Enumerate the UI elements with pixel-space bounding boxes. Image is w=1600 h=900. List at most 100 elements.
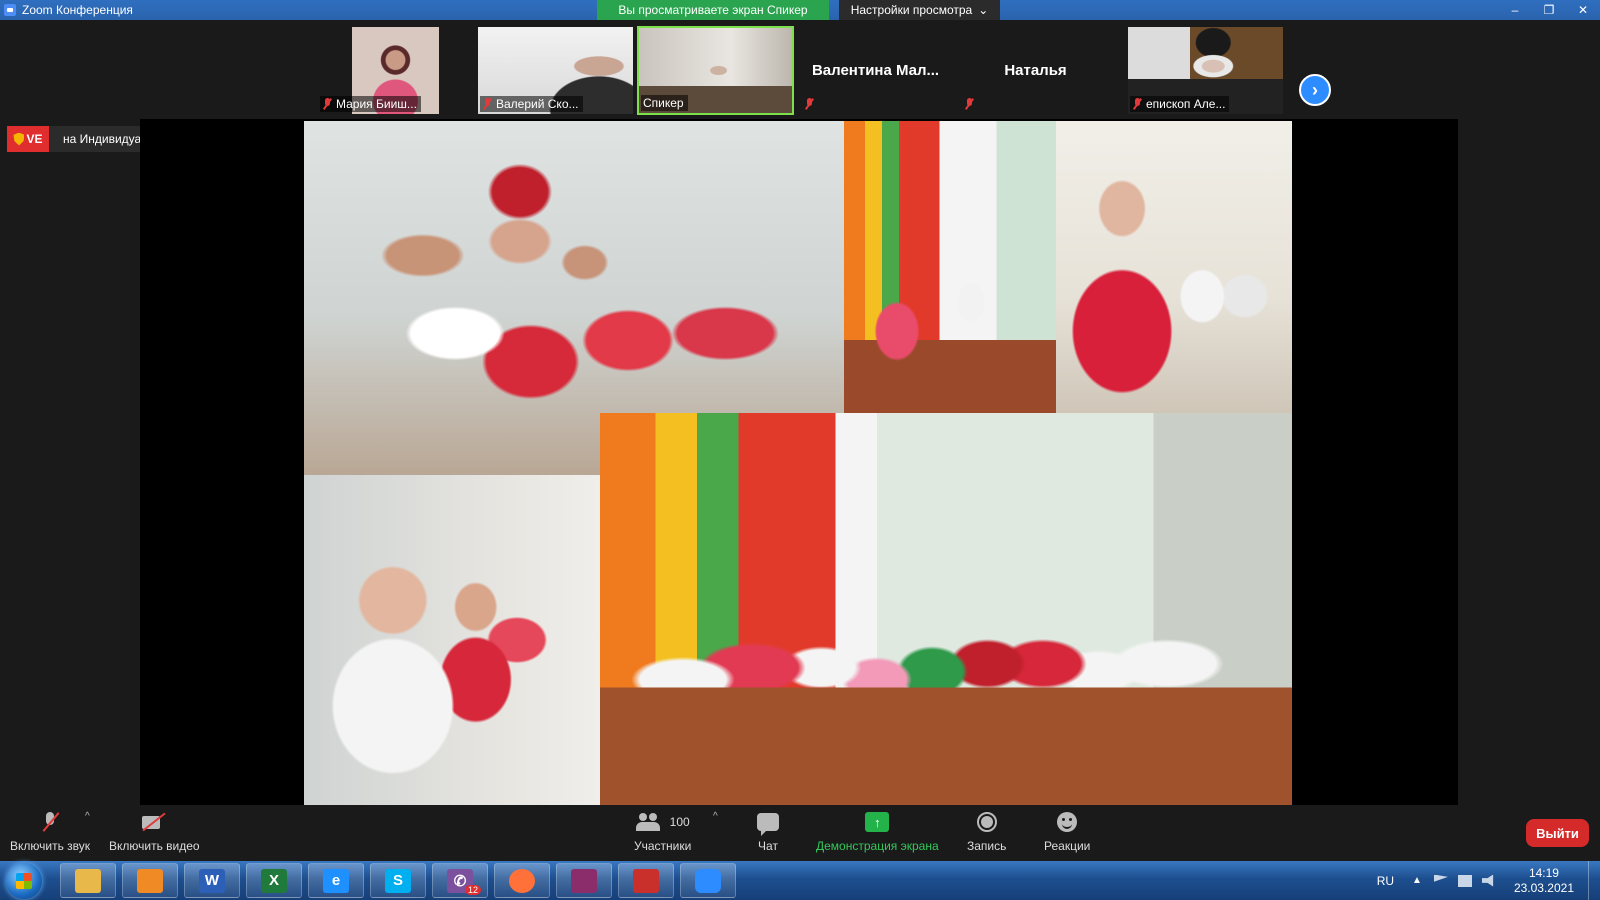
word-icon: W <box>199 868 225 893</box>
participant-name: Спикер <box>643 96 684 110</box>
notification-badge: 12 <box>464 885 481 895</box>
shared-photo-collage <box>304 121 1292 805</box>
taskbar-app-winrar[interactable] <box>556 863 612 898</box>
internet-explorer-icon: e <box>323 868 349 893</box>
muted-mic-icon <box>482 98 493 110</box>
participant-tile[interactable]: епископ Але... <box>1127 26 1284 115</box>
photo-stage-group <box>600 413 1292 805</box>
show-desktop-button[interactable] <box>1588 861 1600 900</box>
participant-tile[interactable]: Валентина Мал... <box>797 26 954 115</box>
firefox-icon <box>509 868 535 893</box>
clock-time: 14:19 <box>1528 865 1559 880</box>
next-page-button[interactable]: › <box>1299 74 1331 106</box>
unmute-label: Включить звук <box>10 839 91 853</box>
action-center-flag-icon[interactable] <box>1433 874 1448 882</box>
taskbar-app-zoom[interactable] <box>680 863 736 898</box>
close-button[interactable]: ✕ <box>1566 0 1600 20</box>
restore-button[interactable]: ❐ <box>1532 0 1566 20</box>
chat-label: Чат <box>758 839 778 853</box>
participant-tile-active-speaker[interactable]: Спикер <box>637 26 794 115</box>
file-explorer-icon <box>75 868 101 893</box>
share-screen-button[interactable]: ↑ Демонстрация экрана <box>816 811 939 853</box>
winrar-icon <box>571 868 597 893</box>
window-title: Zoom Конференция <box>22 3 133 17</box>
zoom-window: Zoom Конференция Вы просматриваете экран… <box>0 0 1600 900</box>
muted-mic-icon <box>964 98 975 110</box>
taskbar-app-skype[interactable]: S <box>370 863 426 898</box>
skype-icon: S <box>385 868 411 893</box>
show-hidden-icons-icon[interactable]: ▲ <box>1412 875 1422 886</box>
audio-options-caret-icon[interactable]: ^ <box>85 811 90 822</box>
reactions-button[interactable]: Реакции <box>1044 811 1090 853</box>
participant-strip: Мария Бииш... Валерий Ско... Спикер Вале… <box>0 20 1600 116</box>
photo-girl-red-dress <box>1056 121 1292 413</box>
participants-button[interactable]: 100 Участники <box>634 811 691 853</box>
pdf-reader-icon <box>633 868 659 893</box>
leave-meeting-button[interactable]: Выйти <box>1526 819 1589 847</box>
participant-name: Валерий Ско... <box>496 97 579 111</box>
live-tag: VE <box>7 126 49 152</box>
photo-boy-and-girls <box>304 475 600 805</box>
taskbar-app-firefox[interactable] <box>494 863 550 898</box>
muted-mic-icon <box>804 98 815 110</box>
record-label: Запись <box>967 839 1007 853</box>
share-screen-label: Демонстрация экрана <box>816 839 939 853</box>
start-video-label: Включить видео <box>109 839 200 853</box>
media-player-icon <box>137 868 163 893</box>
windows-taskbar: W Xe S ✆ 12 RU ▲ 14:19 23.03.2021 <box>0 861 1600 900</box>
photo-stage-boy <box>844 121 1056 413</box>
taskbar-app-word[interactable]: W <box>184 863 240 898</box>
shield-icon <box>13 132 25 146</box>
shared-screen <box>140 119 1458 805</box>
reactions-label: Реакции <box>1044 839 1091 853</box>
participants-options-caret-icon[interactable]: ^ <box>713 811 718 822</box>
chevron-right-icon: › <box>1312 79 1318 100</box>
share-screen-icon: ↑ <box>865 812 890 832</box>
record-icon <box>976 812 997 832</box>
muted-mic-icon <box>322 98 333 110</box>
view-settings-button[interactable]: Настройки просмотра ⌄ <box>839 0 1000 20</box>
participants-icon <box>635 813 662 831</box>
network-icon[interactable] <box>1457 874 1472 887</box>
window-controls: – ❐ ✕ <box>1498 0 1600 20</box>
camera-off-icon <box>141 812 167 832</box>
participant-name-label: Мария Бииш... <box>320 96 421 112</box>
zoom-app-icon <box>4 4 16 16</box>
unmute-button[interactable]: Включить звук <box>10 811 90 853</box>
view-settings-label: Настройки просмотра <box>850 3 973 17</box>
volume-icon[interactable] <box>1481 874 1494 887</box>
participant-name-label: епископ Але... <box>1130 96 1230 112</box>
taskbar-app-viber[interactable]: ✆ 12 <box>432 863 488 898</box>
participant-name: Мария Бииш... <box>336 97 417 111</box>
participant-tile[interactable]: Валерий Ско... <box>477 26 634 115</box>
taskbar-app-excel[interactable]: X <box>246 863 302 898</box>
mic-off-icon <box>39 811 61 833</box>
taskbar-app-internet-explorer[interactable]: e <box>308 863 364 898</box>
participant-tile[interactable]: Мария Бииш... <box>317 26 474 115</box>
chat-button[interactable]: Чат <box>757 811 779 853</box>
participant-name: Валентина Мал... <box>811 62 940 79</box>
taskbar-app-media-player[interactable] <box>122 863 178 898</box>
start-button[interactable] <box>6 863 42 899</box>
taskbar-app-pdf-reader[interactable] <box>618 863 674 898</box>
chevron-down-icon: ⌄ <box>978 3 989 17</box>
live-tag-text: VE <box>26 132 43 146</box>
record-button[interactable]: Запись <box>967 811 1006 853</box>
participant-name-label: Спикер <box>641 95 688 111</box>
system-tray: RU ▲ 14:19 23.03.2021 <box>1377 861 1600 900</box>
language-indicator[interactable]: RU <box>1377 874 1394 888</box>
participant-name: Наталья <box>1004 62 1067 79</box>
participants-count: 100 <box>669 815 690 829</box>
clock-date: 23.03.2021 <box>1513 880 1574 895</box>
participant-name: епископ Але... <box>1146 97 1226 111</box>
muted-mic-icon <box>1132 98 1143 110</box>
chat-icon <box>757 813 779 836</box>
participant-name-label: Валерий Ско... <box>480 96 583 112</box>
minimize-button[interactable]: – <box>1498 0 1532 20</box>
clock[interactable]: 14:19 23.03.2021 <box>1514 866 1574 896</box>
meeting-toolbar: Включить звук ^ Включить видео 100 Участ… <box>0 805 1600 861</box>
taskbar-app-file-explorer[interactable] <box>60 863 116 898</box>
start-video-button[interactable]: Включить видео <box>109 811 200 853</box>
viewing-screen-banner: Вы просматриваете экран Спикер <box>597 0 829 20</box>
participant-tile[interactable]: Наталья <box>957 26 1114 115</box>
